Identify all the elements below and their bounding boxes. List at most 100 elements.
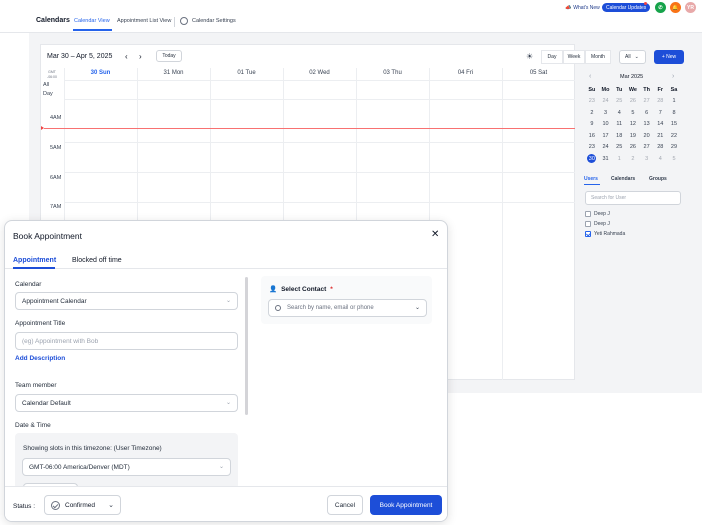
mini-day[interactable]: 20 (640, 130, 654, 142)
view-week-button[interactable]: Week (563, 50, 585, 64)
mini-day[interactable]: 5 (667, 153, 681, 165)
mini-day[interactable]: 26 (626, 142, 640, 154)
grid-col-line (502, 68, 503, 380)
mini-day[interactable]: 11 (612, 119, 626, 131)
cancel-button[interactable]: Cancel (327, 495, 363, 515)
checkbox-checked[interactable] (585, 231, 591, 237)
mini-day[interactable]: 17 (599, 130, 613, 142)
book-appointment-modal: Book Appointment ✕ Appointment Blocked o… (4, 220, 448, 522)
today-button[interactable]: Today (156, 50, 182, 62)
tab-groups[interactable]: Groups (649, 176, 667, 182)
mini-day[interactable]: 3 (640, 153, 654, 165)
mini-prev-month-icon[interactable]: ‹ (589, 73, 591, 80)
mini-day[interactable]: 8 (667, 107, 681, 119)
tab-calendar-view[interactable]: Calendar View (74, 18, 110, 24)
day-header-sun[interactable]: 30 Sun (64, 70, 137, 76)
mini-day[interactable]: 12 (626, 119, 640, 131)
mini-day[interactable]: 13 (640, 119, 654, 131)
contact-search-input[interactable]: Search by name, email or phone ⌄ (268, 299, 427, 317)
mini-day[interactable]: 28 (653, 142, 667, 154)
add-description-link[interactable]: Add Description (15, 355, 65, 362)
tab-blocked-off-time[interactable]: Blocked off time (72, 257, 122, 264)
mini-day[interactable]: 3 (599, 107, 613, 119)
mini-day-selected[interactable]: 30 (585, 153, 599, 165)
mini-day[interactable]: 6 (640, 107, 654, 119)
tab-appointment-list-view[interactable]: Appointment List View (117, 18, 171, 24)
team-member-select[interactable]: Calendar Default ⌄ (15, 394, 238, 412)
user-search-input[interactable]: Search for User (585, 191, 681, 205)
mini-next-month-icon[interactable]: › (672, 73, 674, 80)
mini-day[interactable]: 22 (667, 130, 681, 142)
day-header-fri[interactable]: 04 Fri (429, 70, 502, 76)
mini-day[interactable]: 23 (585, 142, 599, 154)
user-filter-item[interactable]: Deep J (585, 221, 610, 227)
form-scrollbar[interactable] (245, 277, 248, 415)
book-appointment-button[interactable]: Book Appointment (370, 495, 442, 515)
mini-day[interactable]: 27 (640, 142, 654, 154)
mini-day[interactable]: 21 (653, 130, 667, 142)
calendar-select[interactable]: Appointment Calendar ⌄ (15, 292, 238, 310)
checkbox[interactable] (585, 221, 591, 227)
mini-day[interactable]: 1 (612, 153, 626, 165)
mini-day[interactable]: 19 (626, 130, 640, 142)
view-day-button[interactable]: Day (541, 50, 563, 64)
day-header-sat[interactable]: 05 Sat (502, 70, 575, 76)
timezone-select[interactable]: GMT-06:00 America/Denver (MDT) ⌄ (22, 458, 231, 476)
calendar-settings-link[interactable]: Calendar Settings (192, 18, 236, 24)
user-filter-item[interactable]: Yeti Rahmada (585, 231, 625, 237)
day-header-tue[interactable]: 01 Tue (210, 70, 283, 76)
mini-day[interactable]: 27 (640, 96, 654, 108)
avatar[interactable]: YR (685, 2, 696, 13)
chevron-down-icon: ⌄ (225, 298, 231, 304)
mini-day[interactable]: 2 (585, 107, 599, 119)
mini-day[interactable]: 25 (612, 96, 626, 108)
mini-day[interactable]: 2 (626, 153, 640, 165)
filter-value: All (625, 54, 631, 60)
mini-day[interactable]: 24 (599, 142, 613, 154)
mini-day[interactable]: 28 (653, 96, 667, 108)
user-filter-item[interactable]: Deep J (585, 211, 610, 217)
tab-calendars[interactable]: Calendars (611, 176, 635, 182)
selected-day-label: 30 (587, 154, 597, 164)
mini-day[interactable]: 5 (626, 107, 640, 119)
new-button[interactable]: + New (654, 50, 684, 64)
day-header-thu[interactable]: 03 Thu (356, 70, 429, 76)
mini-day[interactable]: 24 (599, 96, 613, 108)
phone-icon[interactable]: ✆ (655, 2, 666, 13)
mini-day[interactable]: 16 (585, 130, 599, 142)
gear-icon[interactable] (180, 17, 188, 25)
mini-day[interactable]: 25 (612, 142, 626, 154)
calendar-updates-button[interactable]: Calendar Updates (602, 3, 651, 12)
mini-day[interactable]: 23 (585, 96, 599, 108)
user-name: Deep J (594, 221, 610, 227)
filter-select[interactable]: All ⌄ (619, 50, 646, 64)
users-tab-indicator (584, 184, 600, 186)
lightbulb-icon[interactable]: ☀ (526, 52, 533, 61)
mini-day[interactable]: 18 (612, 130, 626, 142)
date-range-label: Mar 30 – Apr 5, 2025 (47, 53, 113, 60)
checkbox[interactable] (585, 211, 591, 217)
prev-week-icon[interactable]: ‹ (125, 52, 128, 61)
close-icon[interactable]: ✕ (431, 229, 439, 240)
mini-day[interactable]: 15 (667, 119, 681, 131)
mini-day[interactable]: 4 (612, 107, 626, 119)
next-week-icon[interactable]: › (139, 52, 142, 61)
mini-day[interactable]: 7 (653, 107, 667, 119)
whats-new-button[interactable]: 📣 What's New (561, 3, 604, 12)
mini-day[interactable]: 1 (667, 96, 681, 108)
mini-day[interactable]: 9 (585, 119, 599, 131)
mini-day[interactable]: 4 (653, 153, 667, 165)
bell-icon[interactable]: 🔔 (670, 2, 681, 13)
mini-day[interactable]: 26 (626, 96, 640, 108)
mini-day[interactable]: 31 (599, 153, 613, 165)
mini-day[interactable]: 10 (599, 119, 613, 131)
mini-day[interactable]: 29 (667, 142, 681, 154)
view-month-button[interactable]: Month (585, 50, 611, 64)
tab-users[interactable]: Users (584, 176, 598, 182)
day-header-mon[interactable]: 31 Mon (137, 70, 210, 76)
day-header-wed[interactable]: 02 Wed (283, 70, 356, 76)
mini-day[interactable]: 14 (653, 119, 667, 131)
tab-appointment[interactable]: Appointment (13, 257, 56, 264)
appointment-title-input[interactable]: (eg) Appointment with Bob (15, 332, 238, 350)
status-select[interactable]: Confirmed ⌄ (44, 495, 121, 515)
